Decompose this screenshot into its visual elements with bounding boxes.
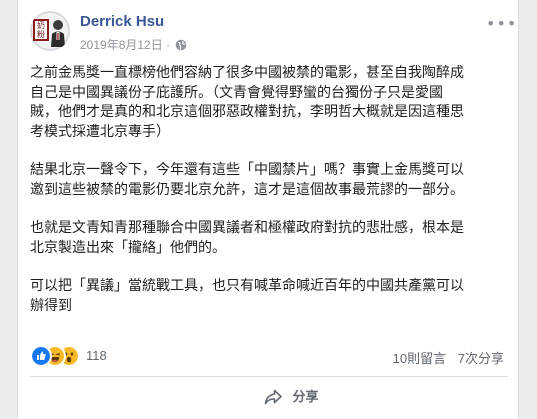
avatar-person (51, 20, 65, 47)
share-label: 分享 (292, 390, 319, 405)
globe-icon[interactable] (175, 39, 187, 51)
post-paragraph: 結果北京一聲令下，今年還有這些「中國禁片」嗎？事實上金馬獎可以 邀到這些被禁的電… (30, 162, 464, 198)
post-paragraph: 之前金馬獎一直標榜他們容納了很多中國被禁的電影，甚至自我陶醉成 自己是中國異議份… (30, 65, 464, 140)
avatar[interactable]: 奶粉 (30, 11, 70, 51)
like-icon (30, 345, 52, 367)
comment-count[interactable]: 10則留言 (393, 351, 446, 366)
share-count[interactable]: 7次分享 (458, 351, 504, 366)
share-arrow-icon (264, 389, 282, 405)
avatar-stamp: 奶粉 (33, 19, 49, 41)
divider (30, 376, 508, 377)
engagement-bar: 118 10則留言 7次分享 (30, 343, 508, 369)
reaction-count[interactable]: 118 (86, 348, 107, 363)
post-meta: 2019年8月12日 · (80, 36, 187, 53)
author-name[interactable]: Derrick Hsu (80, 13, 164, 30)
share-button[interactable]: 分享 (264, 386, 319, 410)
post-card: 奶粉 Derrick Hsu 2019年8月12日 · ••• 之前金馬獎一直標… (17, 0, 519, 419)
post-body: 之前金馬獎一直標榜他們容納了很多中國被禁的電影，甚至自我陶醉成 自己是中國異議份… (30, 64, 508, 335)
post-header: 奶粉 Derrick Hsu 2019年8月12日 · ••• (30, 11, 516, 55)
more-options-icon[interactable]: ••• (486, 16, 516, 35)
comment-share-counts: 10則留言 7次分享 (385, 348, 504, 367)
post-paragraph: 可以把「異議」當統戰工具，也只有喊革命喊近百年的中國共產黨可以 辦得到 (30, 278, 464, 314)
post-paragraph: 也就是文青知青那種聯合中國異議者和極權政府對抗的悲壯感，根本是 北京製造出來「攏… (30, 220, 464, 256)
post-date[interactable]: 2019年8月12日 (80, 38, 163, 52)
separator: · (166, 38, 174, 52)
